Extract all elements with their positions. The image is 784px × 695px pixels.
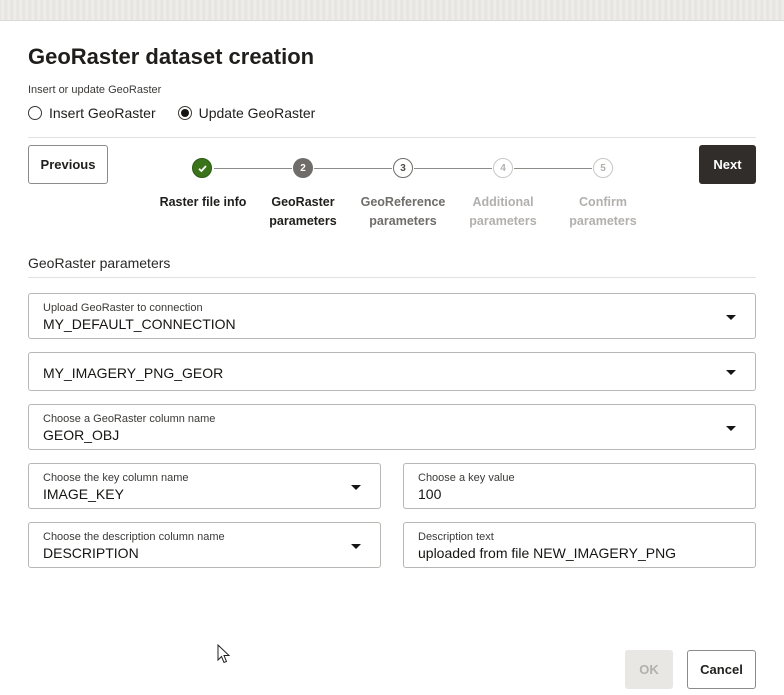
key-column-select-label: Choose the key column name (43, 472, 189, 484)
wizard-stepper: 2 3 4 5 Raster file info GeoRaster param… (0, 158, 784, 230)
key-value-input-label: Choose a key value (418, 472, 515, 484)
description-column-select-label: Choose the description column name (43, 531, 225, 543)
step-1-label[interactable]: Raster file info (148, 193, 258, 212)
radio-checked-icon[interactable] (177, 106, 192, 120)
georaster-column-select-value: GEOR_OBJ (43, 427, 120, 443)
step-2-label-line2: parameters (269, 214, 337, 228)
chevron-down-icon[interactable] (726, 426, 736, 431)
description-text-input-label: Description text (418, 531, 494, 543)
connection-select-label: Upload GeoRaster to connection (43, 302, 203, 314)
step-3-indicator[interactable]: 3 (393, 158, 413, 178)
update-georaster-radio[interactable]: Update GeoRaster (177, 105, 316, 121)
dialog-title: GeoRaster dataset creation (28, 44, 315, 69)
insert-georaster-label: Insert GeoRaster (49, 105, 156, 121)
section-title: GeoRaster parameters (28, 255, 171, 271)
window-top-strip (0, 0, 784, 21)
georaster-column-select-label: Choose a GeoRaster column name (43, 413, 216, 425)
step-connector (214, 168, 292, 169)
step-connector (514, 168, 592, 169)
divider (28, 137, 756, 138)
divider (28, 277, 756, 278)
step-5-indicator: 5 (593, 158, 613, 178)
mode-label: Insert or update GeoRaster (28, 84, 162, 96)
description-column-select-value: DESCRIPTION (43, 545, 139, 561)
step-2-indicator[interactable]: 2 (293, 158, 313, 178)
key-value-input-value[interactable]: 100 (418, 486, 441, 502)
step-4-label-line2: parameters (469, 214, 537, 228)
step-4-label-line1: Additional (472, 195, 534, 209)
table-select[interactable]: MY_IMAGERY_PNG_GEOR (28, 352, 756, 391)
key-column-select-value: IMAGE_KEY (43, 486, 124, 502)
step-5-label: Confirm parameters (548, 193, 658, 231)
mouse-cursor-icon (217, 644, 231, 664)
key-column-select[interactable]: Choose the key column name IMAGE_KEY (28, 463, 381, 509)
description-text-input-value[interactable]: uploaded from file NEW_IMAGERY_PNG (418, 545, 676, 561)
connection-select[interactable]: Upload GeoRaster to connection MY_DEFAUL… (28, 293, 756, 339)
connection-select-value: MY_DEFAULT_CONNECTION (43, 316, 236, 332)
step-1-label-line1: Raster file info (159, 195, 247, 209)
description-column-select[interactable]: Choose the description column name DESCR… (28, 522, 381, 568)
step-connector (314, 168, 392, 169)
chevron-down-icon[interactable] (351, 544, 361, 549)
step-4-label: Additional parameters (448, 193, 558, 231)
chevron-down-icon[interactable] (351, 485, 361, 490)
chevron-down-icon[interactable] (726, 370, 736, 375)
step-connector (414, 168, 492, 169)
cancel-button[interactable]: Cancel (687, 650, 756, 689)
georaster-column-select[interactable]: Choose a GeoRaster column name GEOR_OBJ (28, 404, 756, 450)
chevron-down-icon[interactable] (726, 315, 736, 320)
radio-unchecked-icon[interactable] (28, 106, 42, 120)
step-5-label-line1: Confirm (579, 195, 627, 209)
step-3-label-line2: parameters (369, 214, 437, 228)
ok-button[interactable]: OK (625, 650, 673, 689)
step-1-check-icon[interactable] (192, 158, 212, 178)
step-3-label-line1: GeoReference (360, 195, 446, 209)
step-5-label-line2: parameters (569, 214, 637, 228)
update-georaster-label: Update GeoRaster (198, 105, 316, 121)
key-value-input[interactable]: Choose a key value 100 (403, 463, 756, 509)
step-3-label[interactable]: GeoReference parameters (348, 193, 458, 231)
description-text-input[interactable]: Description text uploaded from file NEW_… (403, 522, 756, 568)
table-select-value: MY_IMAGERY_PNG_GEOR (43, 365, 224, 381)
mode-radio-group: Insert GeoRaster Update GeoRaster (28, 105, 315, 121)
insert-georaster-radio[interactable]: Insert GeoRaster (28, 105, 156, 121)
step-4-indicator: 4 (493, 158, 513, 178)
step-2-label-line1: GeoRaster (271, 195, 335, 209)
step-2-label[interactable]: GeoRaster parameters (248, 193, 358, 231)
